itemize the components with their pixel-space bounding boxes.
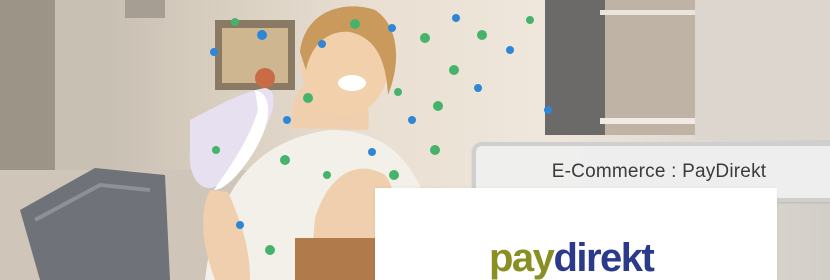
logo-part-direkt: direkt: [553, 236, 654, 280]
wall-panel: [605, 0, 695, 135]
picture-inner: [222, 28, 288, 83]
caption-text: E-Commerce : PayDirekt: [551, 161, 767, 182]
smile: [338, 75, 366, 91]
logo-card: paydirekt: [375, 188, 777, 280]
upper-shelf: [600, 10, 695, 15]
shelf-item: [125, 0, 165, 18]
paydirekt-logo: paydirekt: [489, 236, 655, 280]
right-wall: [695, 0, 830, 140]
hero-banner: E-Commerce : PayDirekt paydirekt: [0, 0, 830, 280]
logo-part-pay: pay: [489, 236, 555, 280]
lower-shelf: [600, 118, 695, 124]
shoe-box: [295, 238, 375, 280]
brick-wall: [545, 0, 605, 135]
flower-pot: [255, 68, 275, 88]
